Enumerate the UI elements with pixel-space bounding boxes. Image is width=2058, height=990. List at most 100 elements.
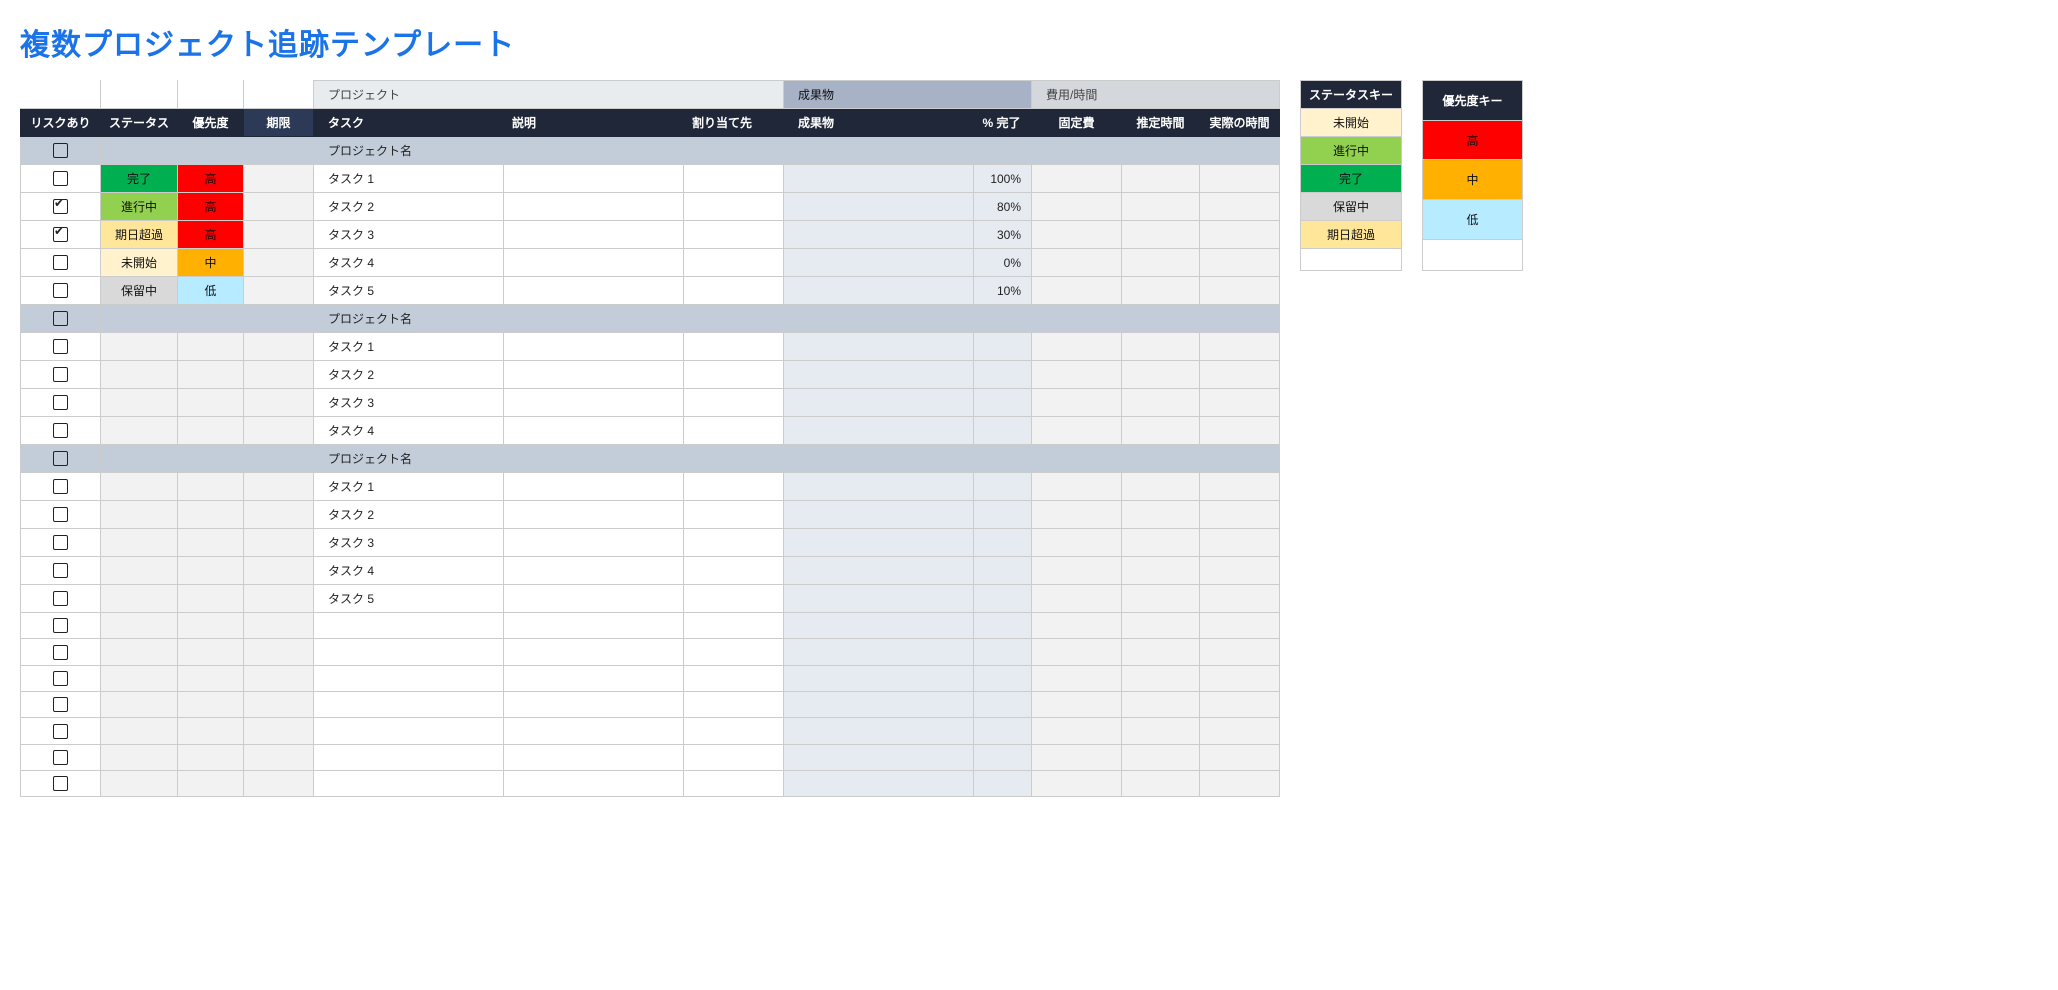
deliv-cell[interactable] xyxy=(784,249,974,277)
table-row[interactable] xyxy=(21,744,1280,770)
desc-cell[interactable] xyxy=(504,501,684,529)
fixed-cell[interactable] xyxy=(1032,249,1122,277)
deliv-cell[interactable] xyxy=(784,417,974,445)
deliv-cell[interactable] xyxy=(784,744,974,770)
due-cell[interactable] xyxy=(244,389,314,417)
pct-cell[interactable]: 0% xyxy=(974,249,1032,277)
due-cell[interactable] xyxy=(244,473,314,501)
assign-cell[interactable] xyxy=(684,718,784,744)
assign-cell[interactable] xyxy=(684,473,784,501)
priority-cell[interactable] xyxy=(178,691,244,717)
desc-cell[interactable] xyxy=(504,165,684,193)
act-cell[interactable] xyxy=(1200,417,1280,445)
act-cell[interactable] xyxy=(1200,691,1280,717)
due-cell[interactable] xyxy=(244,770,314,796)
status-cell[interactable] xyxy=(101,639,178,665)
task-cell[interactable]: タスク 3 xyxy=(314,529,504,557)
table-row[interactable] xyxy=(21,665,1280,691)
fixed-cell[interactable] xyxy=(1032,473,1122,501)
status-cell[interactable] xyxy=(101,529,178,557)
desc-cell[interactable] xyxy=(504,193,684,221)
pct-cell[interactable] xyxy=(974,744,1032,770)
status-cell[interactable]: 未開始 xyxy=(101,249,178,277)
priority-cell[interactable] xyxy=(178,557,244,585)
due-cell[interactable] xyxy=(244,193,314,221)
desc-cell[interactable] xyxy=(504,221,684,249)
task-cell[interactable] xyxy=(314,665,504,691)
risk-checkbox[interactable] xyxy=(53,143,68,158)
risk-checkbox[interactable] xyxy=(53,283,68,298)
due-cell[interactable] xyxy=(244,249,314,277)
table-row[interactable]: タスク 1 xyxy=(21,333,1280,361)
due-cell[interactable] xyxy=(244,557,314,585)
task-cell[interactable] xyxy=(314,691,504,717)
priority-cell[interactable] xyxy=(178,473,244,501)
status-cell[interactable] xyxy=(101,473,178,501)
status-cell[interactable] xyxy=(101,613,178,639)
assign-cell[interactable] xyxy=(684,691,784,717)
pct-cell[interactable] xyxy=(974,718,1032,744)
due-cell[interactable] xyxy=(244,165,314,193)
table-row[interactable]: タスク 4 xyxy=(21,417,1280,445)
fixed-cell[interactable] xyxy=(1032,585,1122,613)
task-cell[interactable]: タスク 2 xyxy=(314,501,504,529)
table-row[interactable]: プロジェクト名 xyxy=(21,445,1280,473)
desc-cell[interactable] xyxy=(504,249,684,277)
priority-cell[interactable] xyxy=(178,501,244,529)
est-cell[interactable] xyxy=(1122,473,1200,501)
risk-checkbox[interactable] xyxy=(53,255,68,270)
deliv-cell[interactable] xyxy=(784,613,974,639)
table-row[interactable]: プロジェクト名 xyxy=(21,137,1280,165)
status-cell[interactable]: 期日超過 xyxy=(101,221,178,249)
priority-cell[interactable] xyxy=(178,718,244,744)
deliv-cell[interactable] xyxy=(784,277,974,305)
status-cell[interactable] xyxy=(101,691,178,717)
status-cell[interactable]: 完了 xyxy=(101,165,178,193)
desc-cell[interactable] xyxy=(504,529,684,557)
table-row[interactable]: 完了高タスク 1100% xyxy=(21,165,1280,193)
deliv-cell[interactable] xyxy=(784,770,974,796)
status-cell[interactable] xyxy=(101,333,178,361)
table-row[interactable]: 進行中高タスク 280% xyxy=(21,193,1280,221)
table-row[interactable]: タスク 4 xyxy=(21,557,1280,585)
pct-cell[interactable] xyxy=(974,639,1032,665)
table-row[interactable]: 保留中低タスク 510% xyxy=(21,277,1280,305)
est-cell[interactable] xyxy=(1122,613,1200,639)
due-cell[interactable] xyxy=(244,585,314,613)
act-cell[interactable] xyxy=(1200,744,1280,770)
pct-cell[interactable] xyxy=(974,473,1032,501)
fixed-cell[interactable] xyxy=(1032,389,1122,417)
task-cell[interactable] xyxy=(314,744,504,770)
fixed-cell[interactable] xyxy=(1032,639,1122,665)
est-cell[interactable] xyxy=(1122,665,1200,691)
pct-cell[interactable] xyxy=(974,501,1032,529)
table-row[interactable] xyxy=(21,613,1280,639)
pct-cell[interactable] xyxy=(974,417,1032,445)
pct-cell[interactable] xyxy=(974,333,1032,361)
status-cell[interactable]: 保留中 xyxy=(101,277,178,305)
assign-cell[interactable] xyxy=(684,165,784,193)
desc-cell[interactable] xyxy=(504,718,684,744)
deliv-cell[interactable] xyxy=(784,557,974,585)
pct-cell[interactable]: 30% xyxy=(974,221,1032,249)
est-cell[interactable] xyxy=(1122,193,1200,221)
desc-cell[interactable] xyxy=(504,277,684,305)
deliv-cell[interactable] xyxy=(784,333,974,361)
risk-checkbox[interactable] xyxy=(53,339,68,354)
table-row[interactable]: タスク 3 xyxy=(21,529,1280,557)
risk-checkbox[interactable] xyxy=(53,645,68,660)
act-cell[interactable] xyxy=(1200,249,1280,277)
assign-cell[interactable] xyxy=(684,557,784,585)
deliv-cell[interactable] xyxy=(784,501,974,529)
task-cell[interactable]: タスク 1 xyxy=(314,333,504,361)
fixed-cell[interactable] xyxy=(1032,557,1122,585)
act-cell[interactable] xyxy=(1200,361,1280,389)
pct-cell[interactable] xyxy=(974,529,1032,557)
pct-cell[interactable] xyxy=(974,361,1032,389)
priority-cell[interactable] xyxy=(178,333,244,361)
est-cell[interactable] xyxy=(1122,361,1200,389)
pct-cell[interactable] xyxy=(974,665,1032,691)
due-cell[interactable] xyxy=(244,744,314,770)
task-cell[interactable]: タスク 4 xyxy=(314,557,504,585)
priority-cell[interactable]: 高 xyxy=(178,165,244,193)
